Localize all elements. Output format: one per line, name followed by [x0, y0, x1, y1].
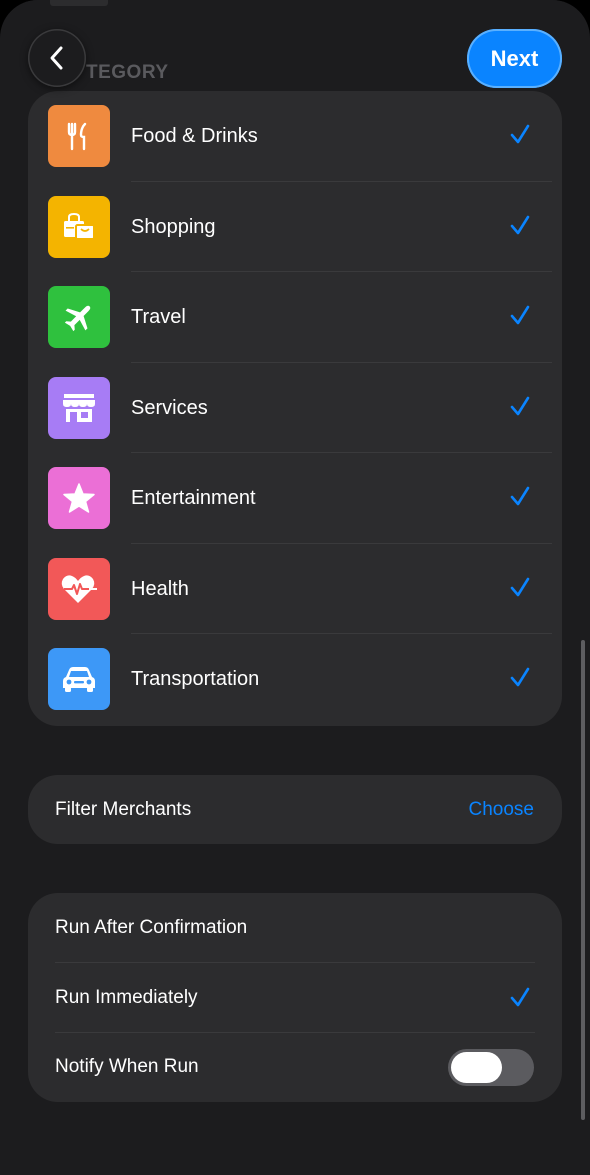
choose-merchants-button[interactable]: Choose [469, 775, 535, 844]
checkmark-icon [510, 305, 530, 325]
checkmark-icon [510, 396, 530, 415]
next-button[interactable]: Next [467, 29, 562, 88]
fork-knife-icon [48, 105, 110, 167]
checkmark-icon [510, 667, 530, 687]
star-icon [48, 467, 110, 529]
automation-sheet: TEGORY Next Food & Drinks Shopping Trave… [0, 0, 590, 1175]
filter-merchants-label: Filter Merchants [55, 799, 192, 820]
run-immediately-option[interactable]: Run Immediately [28, 963, 562, 1033]
category-label: Health [131, 577, 189, 600]
category-label: Entertainment [131, 487, 256, 509]
category-label: Transportation [131, 668, 260, 690]
option-label: Notify When Run [55, 1056, 199, 1077]
car-icon [48, 648, 110, 710]
run-after-confirmation-option[interactable]: Run After Confirmation [28, 893, 562, 963]
category-label: Travel [131, 306, 186, 328]
category-row-entertainment[interactable]: Entertainment [28, 453, 562, 544]
category-label: Services [131, 396, 208, 419]
toggle-knob [451, 1052, 502, 1083]
checkmark-icon [510, 577, 530, 596]
section-header-category: TEGORY [86, 62, 169, 83]
notify-when-run-row: Notify When Run [28, 1032, 562, 1102]
filter-merchants-row: Filter Merchants Choose [28, 775, 562, 844]
category-label: Food & Drinks [131, 125, 258, 147]
heart-pulse-icon [48, 557, 110, 620]
chevron-left-icon [50, 46, 63, 70]
scrollbar[interactable] [581, 640, 585, 1120]
checkmark-icon [510, 124, 530, 144]
checkmark-icon [510, 987, 530, 1007]
category-label: Shopping [131, 215, 216, 238]
option-label: Run After Confirmation [55, 917, 248, 938]
airplane-icon [48, 286, 110, 348]
run-options: Run After Confirmation Run Immediately N… [28, 893, 562, 1102]
storefront-icon [48, 376, 110, 439]
category-row-food-drinks[interactable]: Food & Drinks [28, 91, 562, 182]
category-row-shopping[interactable]: Shopping [28, 182, 562, 272]
category-row-health[interactable]: Health [28, 544, 562, 634]
category-row-transportation[interactable]: Transportation [28, 634, 562, 725]
category-row-travel[interactable]: Travel [28, 272, 562, 363]
category-list: Food & Drinks Shopping Travel Services E… [28, 91, 562, 726]
category-row-services[interactable]: Services [28, 363, 562, 453]
top-edge [0, 0, 590, 26]
shopping-bags-icon [48, 195, 110, 258]
option-label: Run Immediately [55, 987, 198, 1008]
back-button[interactable] [28, 29, 86, 87]
top-handle [50, 0, 108, 6]
checkmark-icon [510, 486, 530, 506]
checkmark-icon [510, 215, 530, 234]
notify-toggle[interactable] [448, 1049, 534, 1086]
